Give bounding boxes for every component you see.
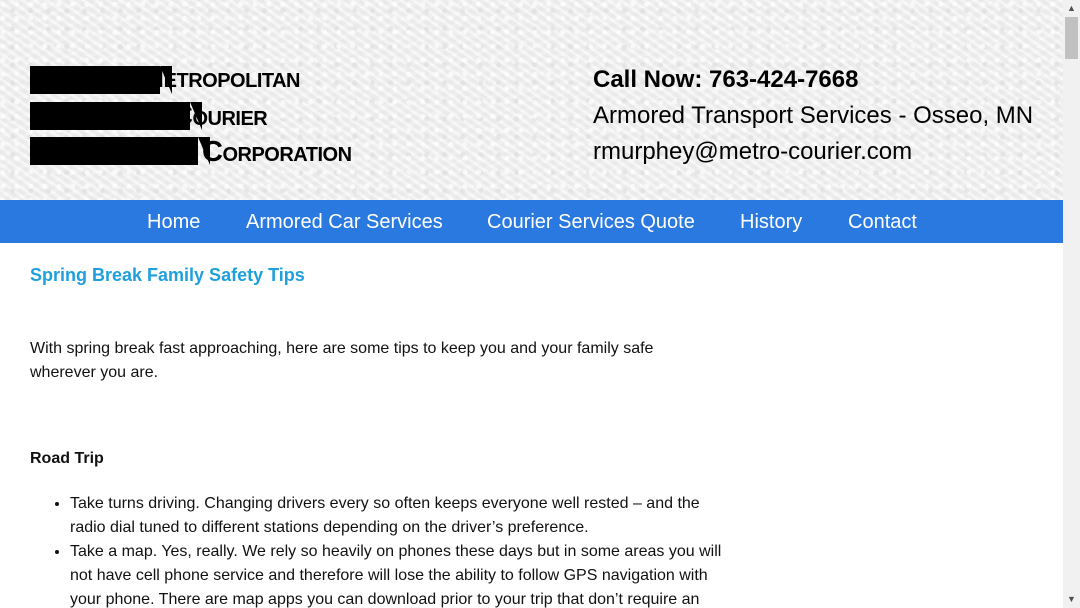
nav-item-courier-services-quote[interactable]: Courier Services Quote — [487, 200, 695, 243]
company-logo[interactable]: Metropolitan Courier Corporation — [30, 62, 360, 168]
post-intro: With spring break fast approaching, here… — [30, 340, 654, 381]
scroll-down-icon[interactable]: ▼ — [1063, 591, 1080, 608]
tips-list: Take turns driving. Changing drivers eve… — [30, 492, 730, 608]
list-item: Take turns driving. Changing drivers eve… — [70, 492, 730, 540]
call-now-phone[interactable]: Call Now: 763-424-7668 — [593, 62, 1053, 98]
section-heading-road-trip: Road Trip — [30, 450, 104, 467]
scrollbar-thumb[interactable] — [1065, 17, 1078, 59]
post-title[interactable]: Spring Break Family Safety Tips — [30, 265, 305, 286]
nav-item-history[interactable]: History — [740, 200, 802, 243]
nav-item-contact[interactable]: Contact — [848, 200, 917, 243]
scroll-up-icon[interactable]: ▲ — [1063, 0, 1080, 17]
main-navigation: Home Armored Car Services Courier Servic… — [0, 200, 1063, 243]
header-email-link[interactable]: rmurphey@metro-courier.com — [593, 134, 1053, 170]
list-item: Take a map. Yes, really. We rely so heav… — [70, 540, 730, 608]
header-tagline: Armored Transport Services - Osseo, MN — [593, 102, 1034, 129]
logo-text-line2: Courier — [172, 100, 268, 132]
nav-item-armored-car-services[interactable]: Armored Car Services — [246, 200, 443, 243]
vertical-scrollbar[interactable]: ▲ ▼ — [1063, 0, 1080, 608]
nav-item-home[interactable]: Home — [147, 200, 200, 243]
logo-bar — [30, 102, 190, 130]
logo-bar — [30, 137, 198, 165]
logo-text-line3: Corporation — [202, 136, 352, 168]
header-contact-info: Call Now: 763-424-7668 Armored Transport… — [593, 62, 1053, 170]
logo-text-line1: Metropolitan — [140, 62, 301, 94]
page: Metropolitan Courier Corporation Call No… — [0, 0, 1063, 608]
site-header: Metropolitan Courier Corporation Call No… — [0, 0, 1063, 200]
